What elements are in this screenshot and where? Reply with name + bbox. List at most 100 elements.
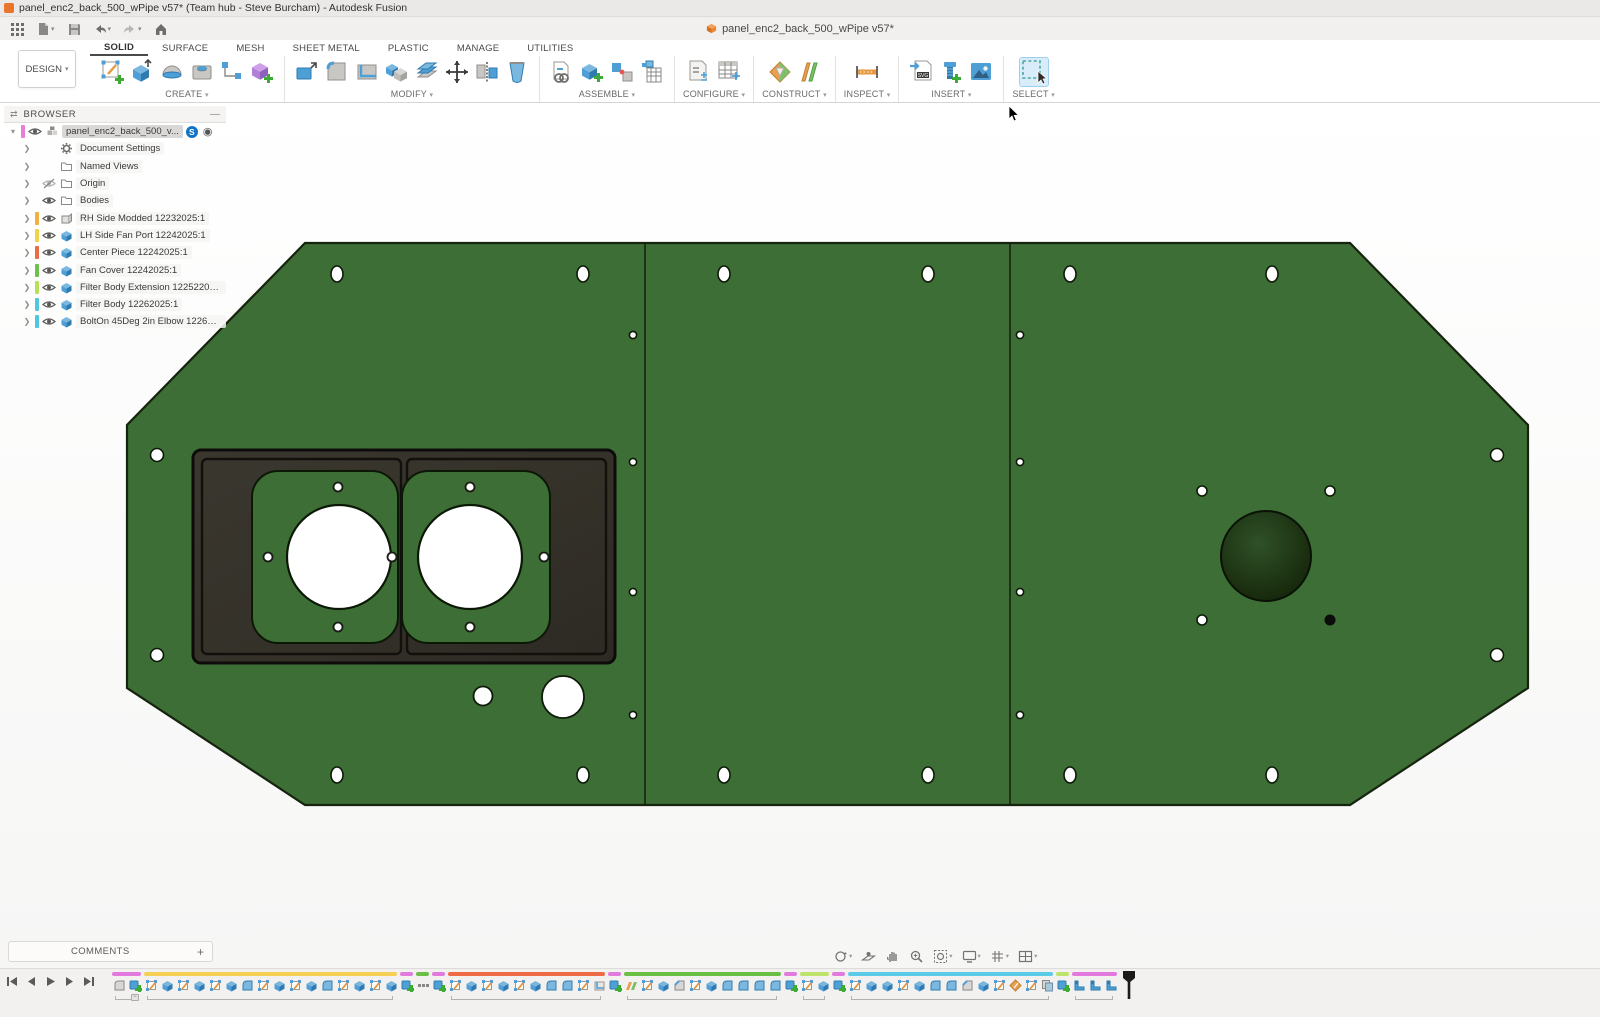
browser-item-document-settings[interactable]: ❯ Document Settings [18, 140, 226, 157]
browser-item-label[interactable]: Filter Body 12262025:1 [76, 298, 183, 312]
timeline-feature-sketch[interactable] [640, 978, 654, 992]
timeline-feature-component[interactable] [128, 978, 142, 992]
timeline-feature-extrude[interactable] [864, 978, 878, 992]
hole-tool[interactable] [188, 58, 216, 86]
pan-button[interactable] [885, 949, 900, 964]
measure-tool[interactable] [853, 58, 881, 86]
browser-item-lh-side-fan-port-12242025-1[interactable]: ❯ LH Side Fan Port 12242025:1 [18, 227, 226, 244]
browser-collapse-icon[interactable]: ⇄ [10, 109, 18, 120]
browser-item-label[interactable]: Document Settings [76, 142, 165, 156]
visibility-eye-icon[interactable] [42, 265, 56, 276]
chevron-right-icon[interactable]: ❯ [22, 214, 32, 223]
browser-item-center-piece-12242025-1[interactable]: ❯ Center Piece 12242025:1 [18, 244, 226, 261]
timeline-group-collapse[interactable]: − [131, 994, 139, 1001]
browser-item-label[interactable]: Center Piece 12242025:1 [76, 246, 192, 260]
align-tool[interactable] [473, 58, 501, 86]
activate-component-icon[interactable]: ◉ [203, 125, 213, 138]
timeline-feature-sketch[interactable] [992, 978, 1006, 992]
timeline-feature-component[interactable] [400, 978, 414, 992]
browser-item-origin[interactable]: ❯ Origin [18, 175, 226, 192]
save-button[interactable] [63, 20, 85, 38]
chevron-right-icon[interactable]: ❯ [22, 300, 32, 309]
timeline-feature-fillet[interactable] [736, 978, 750, 992]
timeline-feature-sketch[interactable] [448, 978, 462, 992]
tab-utilities[interactable]: UTILITIES [513, 41, 587, 55]
config-table-tool[interactable] [715, 58, 743, 86]
insert-derive-tool[interactable] [548, 58, 576, 86]
fillet-tool[interactable] [323, 58, 351, 86]
shell-tool[interactable] [353, 58, 381, 86]
viewports-button[interactable]: ▾ [1018, 949, 1037, 964]
timeline-feature-component[interactable] [1056, 978, 1070, 992]
timeline-feature-extrude[interactable] [912, 978, 926, 992]
offset-face-tool[interactable] [413, 58, 441, 86]
browser-item-bodies[interactable]: ❯ Bodies [18, 192, 226, 209]
tab-solid[interactable]: SOLID [90, 40, 149, 56]
timeline-feature-extrude[interactable] [272, 978, 286, 992]
timeline-feature-extrude[interactable] [224, 978, 238, 992]
group-label[interactable]: MODIFY ▾ [391, 89, 433, 99]
timeline-feature-sketch[interactable] [688, 978, 702, 992]
tab-sheet-metal[interactable]: SHEET METAL [279, 41, 374, 55]
timeline-feature-sketch[interactable] [368, 978, 382, 992]
timeline-feature-pattern[interactable] [416, 978, 430, 992]
select-tool[interactable] [1018, 57, 1049, 87]
press-pull-tool[interactable] [293, 58, 321, 86]
timeline-feature-component[interactable] [608, 978, 622, 992]
chevron-down-icon[interactable]: ▾ [8, 127, 18, 136]
timeline-feature-plane[interactable] [624, 978, 638, 992]
timeline-feature-fillet[interactable] [928, 978, 942, 992]
timeline-feature-extrude[interactable] [976, 978, 990, 992]
undo-button[interactable]: ▾ [89, 20, 116, 38]
visibility-eye-icon[interactable] [28, 126, 42, 137]
chevron-right-icon[interactable]: ❯ [22, 266, 32, 275]
timeline-feature-sketch[interactable] [848, 978, 862, 992]
timeline-feature-sketch[interactable] [208, 978, 222, 992]
visibility-eye-off-icon[interactable] [42, 178, 56, 189]
timeline-feature-shell[interactable] [592, 978, 606, 992]
model-viewport[interactable] [0, 103, 1600, 968]
timeline-feature-extrude[interactable] [464, 978, 478, 992]
redo-button[interactable]: ▾ [119, 20, 146, 38]
orbit-button[interactable]: ▾ [833, 949, 852, 964]
display-settings-button[interactable]: ▾ [962, 949, 981, 964]
insert-svg-tool[interactable]: SVG [907, 58, 935, 86]
timeline-track[interactable]: − [112, 969, 1600, 1017]
timeline-feature-extrude[interactable] [880, 978, 894, 992]
browser-item-label[interactable]: Bodies [76, 194, 114, 208]
timeline-feature-joint[interactable] [1104, 978, 1118, 992]
timeline-feature-extrude[interactable] [192, 978, 206, 992]
browser-item-named-views[interactable]: ❯ Named Views [18, 158, 226, 175]
chevron-right-icon[interactable]: ❯ [22, 231, 32, 240]
group-label[interactable]: INSPECT ▾ [844, 89, 891, 99]
browser-item-label[interactable]: Filter Body Extension 122522025:... [76, 280, 226, 294]
combine-tool[interactable] [383, 58, 411, 86]
zoom-button[interactable] [909, 949, 924, 964]
motion-study-tool[interactable] [638, 58, 666, 86]
timeline-feature-extrude[interactable] [304, 978, 318, 992]
visibility-eye-icon[interactable] [42, 230, 56, 241]
timeline-feature-extrude[interactable] [528, 978, 542, 992]
group-label[interactable]: CONFIGURE ▾ [683, 89, 745, 99]
browser-item-rh-side-modded-12232025-1[interactable]: ❯ RH Side Modded 12232025:1 [18, 209, 226, 226]
timeline-feature-sketch[interactable] [576, 978, 590, 992]
group-label[interactable]: CREATE ▾ [165, 89, 208, 99]
chevron-right-icon[interactable]: ❯ [22, 317, 32, 326]
browser-item-label[interactable]: Origin [76, 177, 110, 191]
group-label[interactable]: INSERT ▾ [931, 89, 971, 99]
timeline-feature-fillet[interactable] [240, 978, 254, 992]
visibility-eye-icon[interactable] [42, 316, 56, 327]
timeline-feature-component[interactable] [784, 978, 798, 992]
chevron-right-icon[interactable]: ❯ [22, 196, 32, 205]
design-canvas[interactable]: ⇄ BROWSER — ▾ panel_enc2_back_500_v... S ◉ ❯… [0, 103, 1600, 968]
browser-item-filter-body-12262025-1[interactable]: ❯ Filter Body 12262025:1 [18, 296, 226, 313]
extrude-tool[interactable] [128, 58, 156, 86]
timeline-feature-sketch[interactable] [144, 978, 158, 992]
timeline-feature-fillet[interactable] [560, 978, 574, 992]
timeline-step-back-button[interactable] [25, 975, 38, 988]
revolve-tool[interactable] [158, 58, 186, 86]
visibility-eye-icon[interactable] [42, 282, 56, 293]
browser-root-component[interactable]: ▾ panel_enc2_back_500_v... S ◉ [4, 123, 226, 140]
browser-item-bolton-45deg-2in-elbow-1226202[interactable]: ❯ BoltOn 45Deg 2in Elbow 1226202... [18, 313, 226, 330]
timeline-feature-base[interactable] [112, 978, 126, 992]
